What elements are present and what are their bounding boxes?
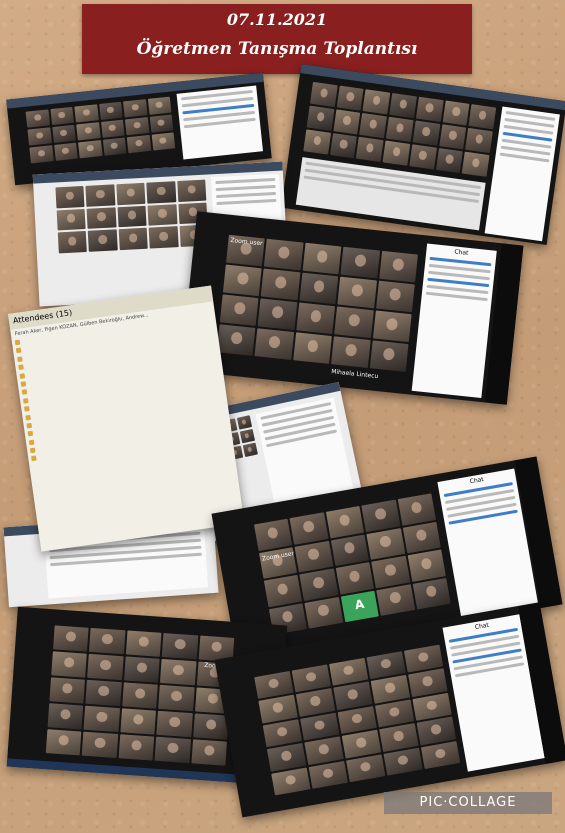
banner-title: Öğretmen Tanışma Toplantısı <box>136 39 418 59</box>
video-grid <box>55 179 209 254</box>
title-banner: 07.11.2021 Öğretmen Tanışma Toplantısı <box>82 4 472 74</box>
video-grid: A <box>254 493 451 635</box>
attendees-panel: Attendees (15) Ferah Aker, Figen KOZAN, … <box>8 285 245 552</box>
chat-panel <box>176 85 263 160</box>
video-grid <box>254 644 461 796</box>
video-grid <box>216 234 418 372</box>
pic-collage-watermark: PIC·COLLAGE <box>384 792 552 814</box>
banner-date: 07.11.2021 <box>226 10 328 29</box>
avatar: A <box>340 590 380 623</box>
chat-panel: Chat <box>411 243 497 399</box>
video-grid <box>45 625 235 766</box>
video-grid <box>25 96 176 164</box>
participant-name: Mihaela Lintecu <box>330 368 379 381</box>
screenshot-4-zoom: Zoom user Mihaela Lintecu Chat <box>180 211 524 405</box>
